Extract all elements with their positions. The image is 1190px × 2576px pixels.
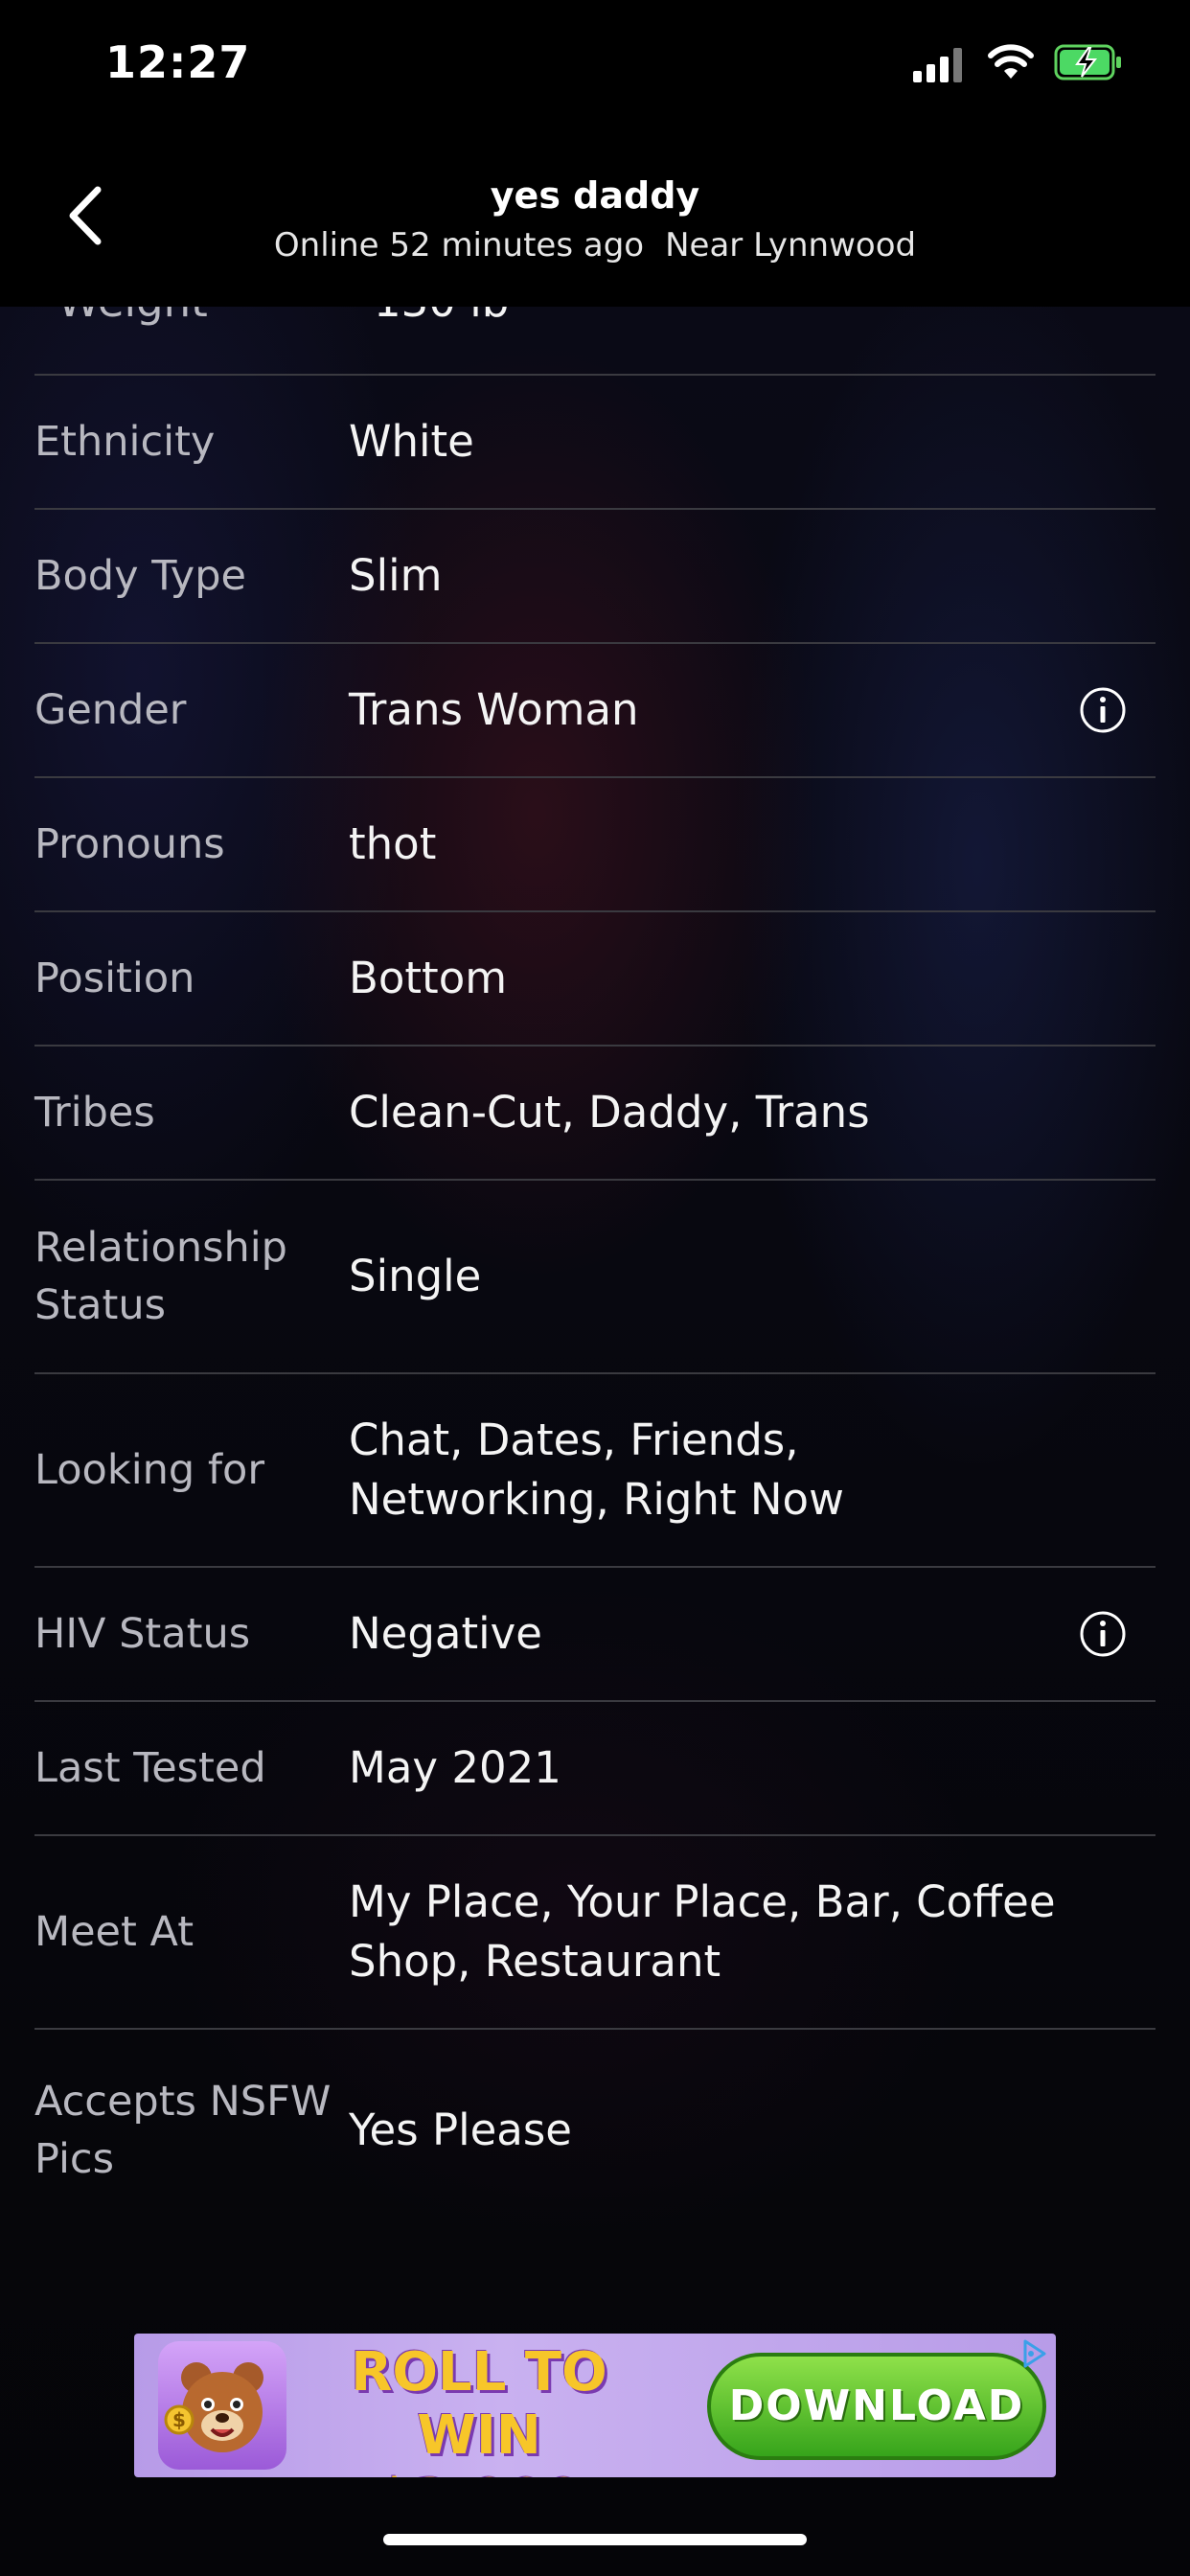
- home-indicator[interactable]: [383, 2534, 807, 2545]
- detail-row-ethnicity: Ethnicity White: [34, 376, 1156, 510]
- detail-label: Meet At: [34, 1908, 195, 1956]
- ad-banner[interactable]: $ ROLL TO WIN $3,000 DOWNLOAD: [134, 2334, 1056, 2477]
- detail-label: Relationship Status: [34, 1224, 287, 1329]
- detail-label: Last Tested: [34, 1744, 266, 1792]
- detail-row-accepts-nsfw-pics: Accepts NSFW Pics Yes Please: [34, 2030, 1156, 2231]
- profile-details-list: Ethnicity White Body Type Slim Gender Tr…: [34, 240, 1156, 2231]
- info-icon[interactable]: [1079, 686, 1127, 734]
- detail-value: Chat, Dates, Friends, Networking, Right …: [349, 1414, 844, 1525]
- wifi-icon: [988, 44, 1034, 79]
- detail-value: Slim: [349, 550, 443, 601]
- detail-label: HIV Status: [34, 1610, 251, 1658]
- adchoices-icon[interactable]: [1018, 2337, 1050, 2370]
- profile-presence: Online 52 minutes ago Near Lynnwood: [0, 226, 1190, 264]
- detail-value: Clean-Cut, Daddy, Trans: [349, 1087, 870, 1138]
- detail-label: Accepts NSFW Pics: [34, 2078, 332, 2183]
- detail-label: Ethnicity: [34, 418, 216, 466]
- detail-value: White: [349, 416, 474, 467]
- detail-value: Trans Woman: [349, 684, 639, 735]
- svg-text:$: $: [172, 2408, 186, 2431]
- detail-row-looking-for: Looking for Chat, Dates, Friends, Networ…: [34, 1374, 1156, 1568]
- location-text: Near Lynnwood: [665, 226, 917, 264]
- detail-row-pronouns: Pronouns thot: [34, 778, 1156, 912]
- detail-row-gender: Gender Trans Woman: [34, 644, 1156, 778]
- detail-row-meet-at: Meet At My Place, Your Place, Bar, Coffe…: [34, 1836, 1156, 2030]
- detail-value: Single: [349, 1251, 482, 1301]
- detail-value: Bottom: [349, 953, 508, 1003]
- detail-value: May 2021: [349, 1742, 561, 1793]
- game-bear-icon: $: [158, 2341, 286, 2470]
- ad-headline: ROLL TO WIN $3,000: [351, 2341, 607, 2477]
- profile-header: yes daddy Online 52 minutes ago Near Lynn…: [0, 134, 1190, 307]
- detail-label: Looking for: [34, 1446, 265, 1494]
- detail-label: Gender: [34, 686, 187, 734]
- detail-label: Tribes: [34, 1089, 155, 1137]
- info-icon[interactable]: [1079, 1610, 1127, 1658]
- status-time: 12:27: [105, 36, 251, 88]
- detail-row-last-tested: Last Tested May 2021: [34, 1702, 1156, 1836]
- detail-value: My Place, Your Place, Bar, Coffee Shop, …: [349, 1876, 1056, 1987]
- status-bar: 12:27: [0, 0, 1190, 134]
- detail-value: Yes Please: [349, 2104, 572, 2155]
- profile-name: yes daddy: [490, 174, 700, 217]
- detail-row-position: Position Bottom: [34, 912, 1156, 1046]
- detail-label: Position: [34, 954, 195, 1002]
- detail-row-body-type: Body Type Slim: [34, 510, 1156, 644]
- detail-value: thot: [349, 818, 437, 869]
- detail-row-hiv-status: HIV Status Negative: [34, 1568, 1156, 1702]
- detail-label: Pronouns: [34, 820, 225, 868]
- battery-charging-icon: [1054, 44, 1121, 80]
- cellular-signal-icon: [913, 48, 963, 82]
- detail-label: Body Type: [34, 552, 246, 600]
- ad-download-button[interactable]: DOWNLOAD: [707, 2353, 1046, 2460]
- detail-row-tribes: Tribes Clean-Cut, Daddy, Trans: [34, 1046, 1156, 1181]
- detail-value: Negative: [349, 1608, 542, 1659]
- online-status: Online 52 minutes ago: [273, 226, 645, 264]
- detail-row-relationship-status: Relationship Status Single: [34, 1181, 1156, 1374]
